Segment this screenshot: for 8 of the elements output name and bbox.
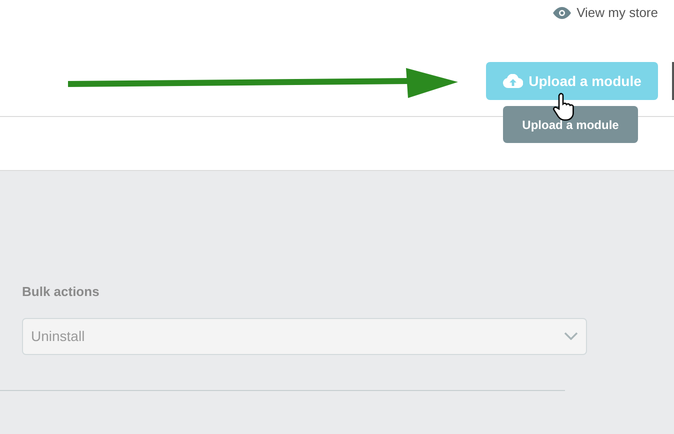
view-store-link[interactable]: View my store: [552, 3, 658, 22]
edge-border: [672, 62, 674, 100]
eye-icon: [552, 6, 571, 19]
tooltip: Upload a module: [503, 106, 638, 143]
upload-module-button[interactable]: Upload a module: [486, 62, 658, 100]
bulk-actions-label: Bulk actions: [22, 283, 100, 301]
cloud-upload-icon: [502, 74, 523, 88]
chevron-down-icon: [564, 332, 578, 340]
